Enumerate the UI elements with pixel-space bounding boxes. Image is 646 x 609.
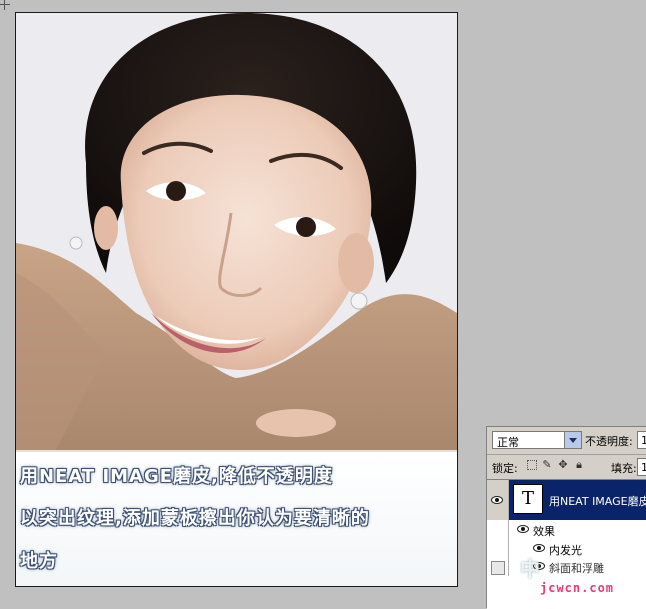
divider	[487, 454, 646, 455]
move-icon[interactable]: ✥	[557, 459, 569, 471]
lock-icon[interactable]: 🔒︎	[573, 459, 585, 471]
effects-label: 效果	[533, 525, 555, 538]
layer-name: 用NEAT IMAGE磨皮	[549, 495, 646, 508]
watermark-url: jcwcn.com	[540, 581, 615, 595]
fill-label: 填充:	[611, 462, 637, 475]
caption-text-area: 用NEAT IMAGE磨皮,降低不透明度 以突出纹理,添加蒙板擦出你认为要清晰的…	[16, 450, 457, 586]
visibility-column	[487, 480, 509, 520]
visibility-toggle-icon[interactable]	[491, 561, 505, 575]
lock-transparency-icon[interactable]	[527, 460, 537, 470]
opacity-label: 不透明度:	[585, 435, 633, 448]
caption-line-1: 用NEAT IMAGE磨皮,降低不透明度	[20, 466, 333, 487]
lock-options: ✎ ✥ 🔒︎	[527, 459, 585, 471]
eye-icon[interactable]	[533, 544, 545, 552]
eye-icon[interactable]	[517, 525, 529, 533]
caption-line-2: 以突出纹理,添加蒙板擦出你认为要清晰的	[20, 508, 370, 529]
fill-input[interactable]: 1	[637, 458, 646, 476]
brush-icon[interactable]: ✎	[541, 459, 553, 471]
portrait-photo	[16, 13, 457, 450]
eye-icon[interactable]	[491, 496, 503, 504]
visibility-column	[487, 540, 509, 558]
lock-label: 锁定:	[492, 462, 518, 475]
portrait-image	[16, 13, 457, 450]
site-watermark: 中 jcwcn.com	[520, 553, 646, 597]
visibility-column	[487, 558, 509, 576]
document-canvas[interactable]: 用NEAT IMAGE磨皮,降低不透明度 以突出纹理,添加蒙板擦出你认为要清晰的…	[15, 12, 458, 587]
effects-row[interactable]: 效果	[487, 520, 646, 540]
blend-mode-select[interactable]: 正常	[492, 431, 582, 449]
crosshair-icon	[0, 0, 10, 10]
watermark-logo-char: 中	[520, 557, 540, 581]
caption-line-3: 地方	[20, 551, 58, 572]
text-layer-row[interactable]: T 用NEAT IMAGE磨皮	[487, 480, 646, 520]
blend-mode-value: 正常	[497, 436, 519, 449]
opacity-input[interactable]: 1	[637, 431, 646, 449]
chevron-down-icon[interactable]	[564, 432, 581, 448]
visibility-column	[487, 520, 509, 540]
text-layer-thumbnail: T	[513, 484, 543, 514]
